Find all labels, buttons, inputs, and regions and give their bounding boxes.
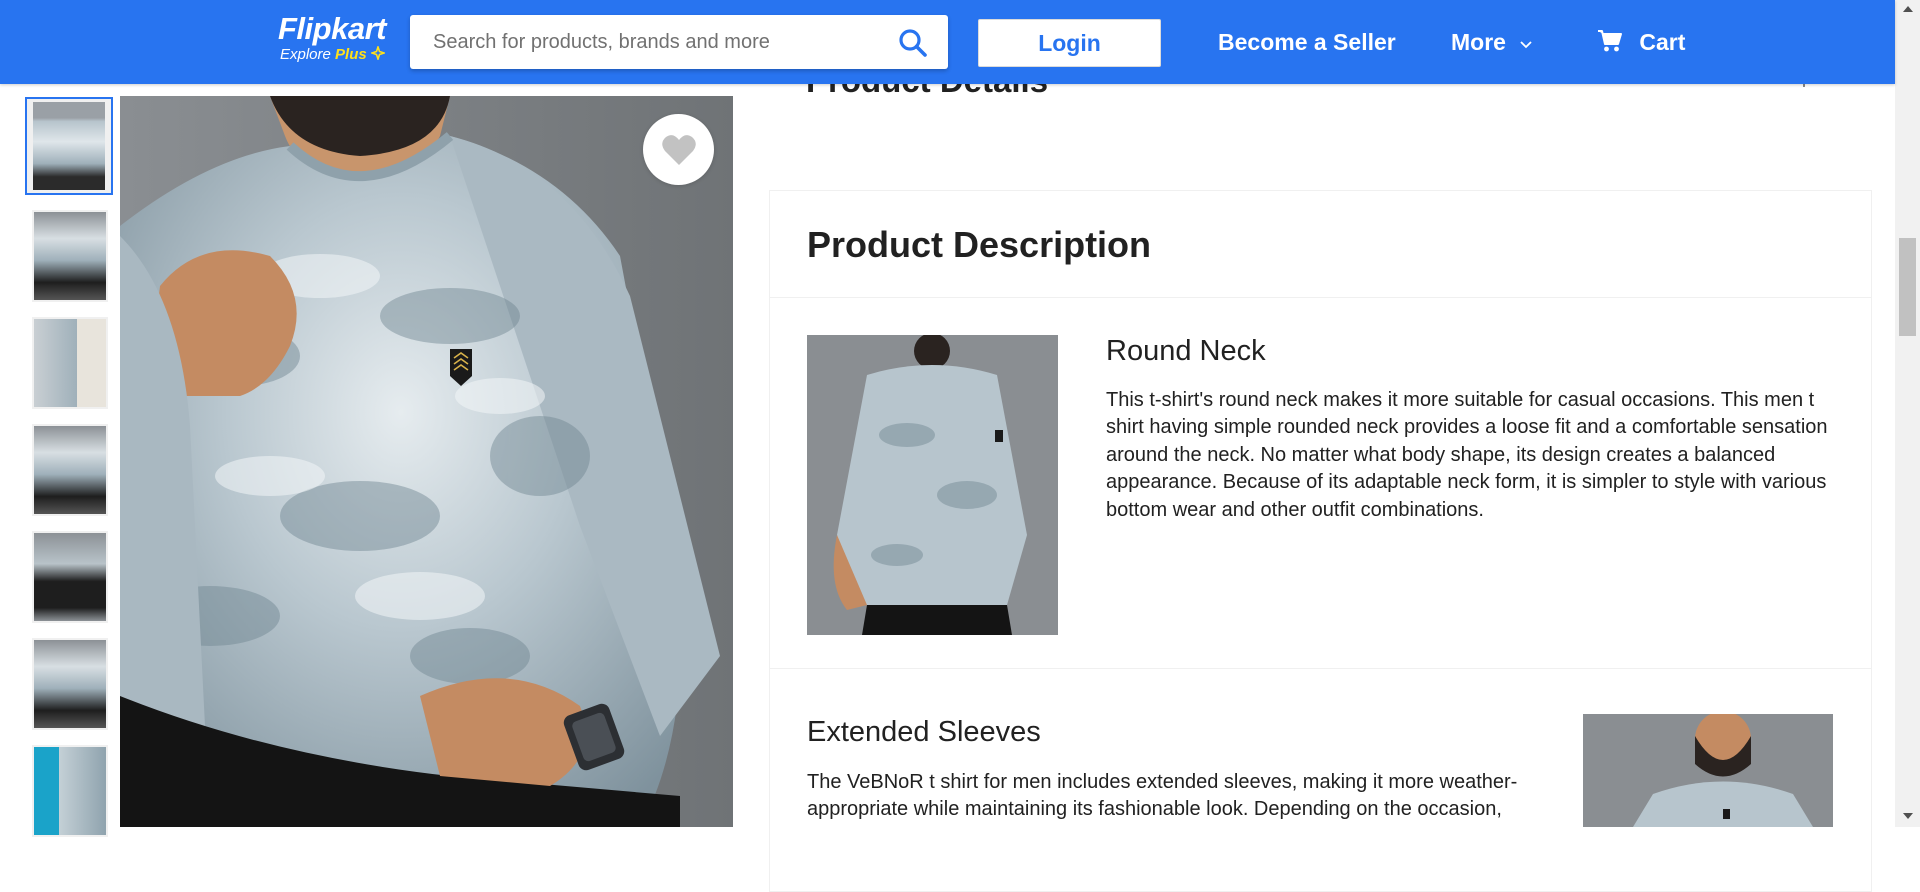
description-header: Product Description [770, 191, 1871, 298]
top-navigation-bar: Flipkart Explore Plus Login Become a Sel… [0, 0, 1895, 84]
thumbnail-image [33, 102, 105, 190]
feature-round-neck: Round Neck This t-shirt's round neck mak… [770, 298, 1871, 669]
become-seller-link[interactable]: Become a Seller [1218, 27, 1396, 57]
logo-explore-text: Explore [280, 46, 331, 63]
scroll-down-arrow-icon[interactable] [1903, 813, 1913, 819]
feature-title: Round Neck [1106, 335, 1266, 367]
page-scrollbar[interactable] [1895, 0, 1920, 827]
thumbnail-7[interactable] [32, 745, 108, 837]
round-neck-image [807, 335, 1058, 635]
feature-description: The VeBNoR t shirt for men includes exte… [807, 771, 1518, 821]
thumbnail-list [25, 97, 115, 852]
search-icon[interactable] [898, 28, 928, 58]
thumbnail-2[interactable] [32, 210, 108, 302]
chevron-down-icon [1520, 41, 1532, 49]
thumbnail-image [34, 533, 106, 621]
login-button[interactable]: Login [978, 19, 1161, 67]
extended-sleeves-photo [1583, 714, 1833, 827]
thumbnail-4[interactable] [32, 424, 108, 516]
product-photo-tshirt [120, 96, 733, 827]
cart-icon [1598, 30, 1622, 52]
plus-logo-icon [369, 44, 387, 62]
extended-sleeves-image [1583, 714, 1833, 827]
thumbnail-1[interactable] [25, 97, 113, 195]
feature-description: This t-shirt's round neck makes it more … [1106, 389, 1828, 521]
thumbnail-3[interactable] [32, 317, 108, 409]
thumbnail-image [34, 212, 106, 300]
heart-icon [661, 134, 696, 165]
thumbnail-image [34, 426, 106, 514]
thumbnail-image [34, 319, 106, 407]
logo-title: Flipkart [278, 11, 386, 46]
search-box [410, 15, 948, 69]
thumbnail-5[interactable] [32, 531, 108, 623]
product-description-heading: Product Description [807, 224, 1152, 265]
more-label: More [1451, 29, 1506, 55]
search-input[interactable] [410, 15, 880, 69]
thumbnail-6[interactable] [32, 638, 108, 730]
main-product-image[interactable] [120, 96, 733, 827]
thumbnail-image [34, 747, 106, 835]
feature-title: Extended Sleeves [807, 716, 1041, 748]
flipkart-logo[interactable]: Flipkart Explore Plus [278, 12, 386, 63]
thumbnail-image [34, 640, 106, 728]
logo-plus-text: Plus [335, 46, 367, 63]
round-neck-photo [807, 335, 1058, 635]
scroll-up-arrow-icon[interactable] [1903, 6, 1913, 12]
more-menu[interactable]: More [1451, 27, 1534, 57]
logo-subtitle: Explore Plus [280, 44, 387, 63]
wishlist-button[interactable] [643, 114, 714, 185]
cart-label: Cart [1639, 29, 1686, 55]
cart-link[interactable]: Cart [1597, 27, 1685, 57]
scrollbar-thumb[interactable] [1899, 238, 1916, 336]
